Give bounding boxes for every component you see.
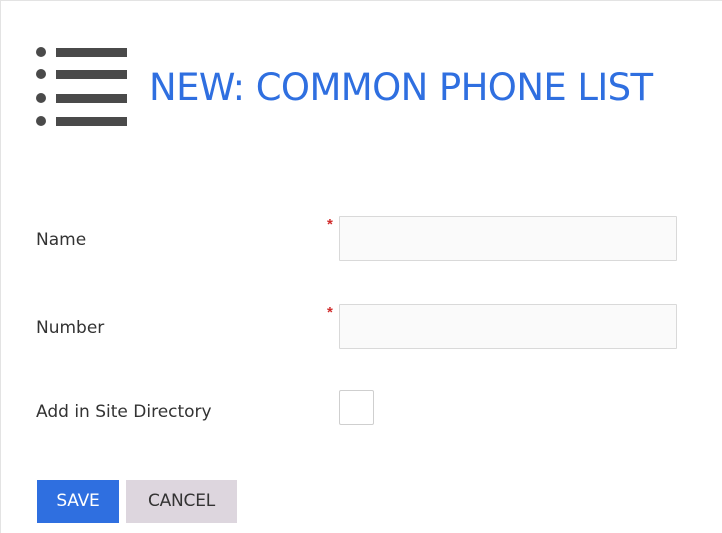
site-directory-checkbox[interactable]: [339, 390, 374, 425]
name-label: Name: [36, 230, 87, 250]
name-required-mark: *: [327, 216, 333, 233]
list-icon: [36, 47, 127, 126]
number-label: Number: [36, 318, 105, 338]
list-bullet-icon: [36, 93, 46, 103]
list-line-icon: [56, 70, 127, 79]
list-line-icon: [56, 94, 127, 103]
save-button[interactable]: SAVE: [37, 480, 119, 523]
list-bullet-icon: [36, 116, 46, 126]
cancel-button[interactable]: CANCEL: [126, 480, 237, 523]
page-frame: NEW: COMMON PHONE LIST Name * Number * A…: [0, 0, 722, 533]
name-input[interactable]: [339, 216, 677, 261]
page-header: NEW: COMMON PHONE LIST: [1, 1, 722, 141]
page-title: NEW: COMMON PHONE LIST: [149, 66, 653, 109]
list-bullet-icon: [36, 47, 46, 57]
list-line-icon: [56, 48, 127, 57]
number-input[interactable]: [339, 304, 677, 349]
list-bullet-icon: [36, 69, 46, 79]
number-required-mark: *: [327, 304, 333, 321]
site-directory-label: Add in Site Directory: [36, 402, 212, 422]
list-line-icon: [56, 117, 127, 126]
